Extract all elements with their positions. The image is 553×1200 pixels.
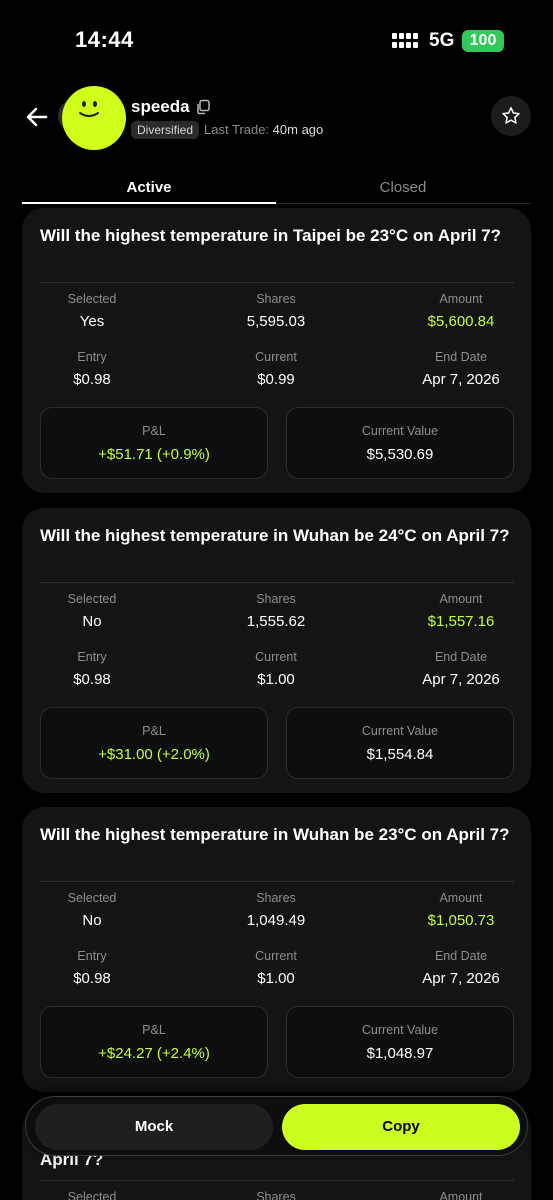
current-value-box: Current Value $1,048.97 xyxy=(286,1006,514,1078)
favorite-button[interactable] xyxy=(491,96,531,136)
entry-value: $0.98 xyxy=(73,371,111,388)
pnl-box: P&L +$24.27 (+2.4%) xyxy=(40,1006,268,1078)
current-value: $1.00 xyxy=(257,970,295,987)
amount-value: $5,600.84 xyxy=(427,313,495,330)
amount-label: Amount xyxy=(439,891,483,905)
position-card[interactable]: Will the highest temperature in Wuhan be… xyxy=(22,508,531,793)
shares-label: Shares xyxy=(256,292,296,306)
current-value-label: Current Value xyxy=(361,424,439,438)
divider xyxy=(40,282,514,283)
status-time: 14:44 xyxy=(75,27,134,52)
divider xyxy=(40,582,514,583)
selected-value: Yes xyxy=(79,313,105,330)
last-trade: Last Trade: 40m ago xyxy=(204,122,323,137)
divider xyxy=(40,881,514,882)
entry-value: $0.98 xyxy=(73,671,111,688)
username: speeda xyxy=(131,97,190,116)
end-date-label: End Date xyxy=(434,350,488,364)
end-date-value: Apr 7, 2026 xyxy=(422,371,500,388)
tab-closed[interactable]: Closed xyxy=(276,172,530,204)
current-value-label: Current Value xyxy=(361,1023,439,1037)
current-value-box: Current Value $1,554.84 xyxy=(286,707,514,779)
current-label: Current xyxy=(255,949,297,963)
selected-value: No xyxy=(82,613,102,630)
shares-value: 1,555.62 xyxy=(246,613,306,630)
copy-button[interactable]: Copy xyxy=(282,1104,520,1150)
amount-value: $1,557.16 xyxy=(427,613,495,630)
end-date-value: Apr 7, 2026 xyxy=(422,970,500,987)
star-icon xyxy=(502,107,520,124)
amount-label: Amount xyxy=(439,1190,483,1200)
entry-label: Entry xyxy=(77,650,107,664)
entry-label: Entry xyxy=(77,350,107,364)
action-bar: Mock Copy xyxy=(25,1096,528,1156)
current-value-box: Current Value $5,530.69 xyxy=(286,407,514,479)
battery-tip xyxy=(500,37,504,45)
shares-value: 1,049.49 xyxy=(246,912,306,929)
current-label: Current xyxy=(255,350,297,364)
position-card[interactable]: Will the highest temperature in Wuhan be… xyxy=(22,807,531,1092)
last-trade-label: Last Trade: xyxy=(204,122,270,137)
pnl-label: P&L xyxy=(142,424,166,438)
current-value-amount: $1,048.97 xyxy=(366,1045,434,1062)
divider xyxy=(40,1180,514,1181)
tab-active[interactable]: Active xyxy=(22,172,276,204)
strategy-tag: Diversified xyxy=(131,121,200,139)
pnl-box: P&L +$51.71 (+0.9%) xyxy=(40,407,268,479)
back-button[interactable] xyxy=(20,100,54,134)
copy-icon[interactable] xyxy=(195,99,211,115)
current-label: Current xyxy=(255,650,297,664)
avatar[interactable] xyxy=(62,86,126,150)
amount-label: Amount xyxy=(439,292,483,306)
shares-value: 5,595.03 xyxy=(246,313,306,330)
pnl-value: +$24.27 (+2.4%) xyxy=(98,1045,210,1062)
end-date-label: End Date xyxy=(434,650,488,664)
amount-label: Amount xyxy=(439,592,483,606)
signal-icon xyxy=(392,33,418,48)
position-title: Will the highest temperature in Wuhan be… xyxy=(40,825,510,844)
current-value: $1.00 xyxy=(257,671,295,688)
selected-label: Selected xyxy=(67,891,117,905)
entry-value: $0.98 xyxy=(73,970,111,987)
end-date-label: End Date xyxy=(434,949,488,963)
end-date-value: Apr 7, 2026 xyxy=(422,671,500,688)
status-bar: 14:44 5G 100 xyxy=(0,0,553,80)
pnl-box: P&L +$31.00 (+2.0%) xyxy=(40,707,268,779)
page: 14:44 5G 100 speeda Diversified Last Tra… xyxy=(0,0,553,1200)
selected-label: Selected xyxy=(67,292,117,306)
amount-value: $1,050.73 xyxy=(427,912,495,929)
pnl-value: +$31.00 (+2.0%) xyxy=(98,746,210,763)
current-value-amount: $5,530.69 xyxy=(366,446,434,463)
position-title: Will the highest temperature in Taipei b… xyxy=(40,226,501,245)
pnl-value: +$51.71 (+0.9%) xyxy=(98,446,210,463)
selected-label: Selected xyxy=(67,1190,117,1200)
position-card[interactable]: Will the highest temperature in Taipei b… xyxy=(22,208,531,493)
network-label: 5G xyxy=(429,30,455,51)
current-value-label: Current Value xyxy=(361,724,439,738)
smiley-icon xyxy=(79,101,99,117)
arrow-left-icon xyxy=(26,107,48,127)
current-value: $0.99 xyxy=(257,371,295,388)
entry-label: Entry xyxy=(77,949,107,963)
shares-label: Shares xyxy=(256,1190,296,1200)
pnl-label: P&L xyxy=(142,724,166,738)
selected-value: No xyxy=(82,912,102,929)
last-trade-value: 40m ago xyxy=(272,122,324,137)
current-value-amount: $1,554.84 xyxy=(366,746,434,763)
position-title: Will the highest temperature in Wuhan be… xyxy=(40,526,510,545)
shares-label: Shares xyxy=(256,891,296,905)
tab-bar: Active Closed xyxy=(22,172,531,204)
pnl-label: P&L xyxy=(142,1023,166,1037)
shares-label: Shares xyxy=(256,592,296,606)
mock-button[interactable]: Mock xyxy=(35,1104,273,1150)
selected-label: Selected xyxy=(67,592,117,606)
battery-icon: 100 xyxy=(462,30,504,52)
